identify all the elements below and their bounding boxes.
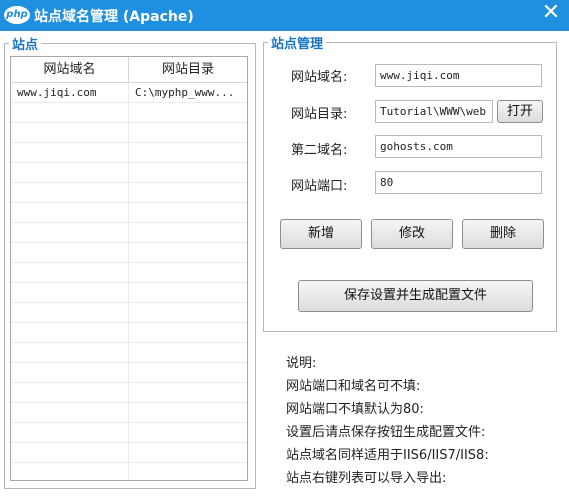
empty-cell: [129, 383, 247, 402]
empty-row: [11, 283, 247, 303]
sites-group-legend: 站点: [9, 34, 42, 53]
empty-row: [11, 423, 247, 443]
column-header-directory[interactable]: 网站目录: [129, 57, 247, 82]
empty-row: [11, 263, 247, 283]
note-line: 网站端口不填默认为80:: [286, 402, 424, 417]
notes-heading: 说明:: [286, 356, 317, 371]
empty-cell: [11, 123, 129, 142]
empty-cell: [129, 423, 247, 442]
empty-row: [11, 203, 247, 223]
empty-cell: [11, 223, 129, 242]
close-icon[interactable]: ✕: [537, 0, 565, 28]
row-domain-cell: www.jiqi.com: [11, 83, 129, 102]
empty-cell: [11, 463, 129, 480]
note-line: 站点域名同样适用于IIS6/IIS7/IIS8:: [286, 448, 489, 463]
empty-row: [11, 123, 247, 143]
empty-cell: [11, 363, 129, 382]
port-input[interactable]: 80: [375, 171, 542, 194]
domain-label: 网站域名:: [291, 70, 348, 85]
empty-cell: [129, 163, 247, 182]
empty-cell: [11, 163, 129, 182]
domain-input[interactable]: www.jiqi.com: [375, 64, 542, 87]
note-line: 网站端口和域名可不填:: [286, 379, 421, 394]
empty-row: [11, 363, 247, 383]
empty-cell: [11, 403, 129, 422]
empty-cell: [129, 203, 247, 222]
empty-row: [11, 143, 247, 163]
open-directory-button[interactable]: 打开: [497, 100, 543, 123]
empty-cell: [11, 383, 129, 402]
empty-row: [11, 343, 247, 363]
empty-row: [11, 443, 247, 463]
empty-row: [11, 183, 247, 203]
empty-cell: [129, 303, 247, 322]
column-header-domain[interactable]: 网站域名: [11, 57, 129, 82]
empty-cell: [129, 143, 247, 162]
empty-cell: [129, 123, 247, 142]
empty-cell: [129, 283, 247, 302]
empty-cell: [129, 443, 247, 462]
empty-cell: [129, 323, 247, 342]
second-domain-input[interactable]: gohosts.com: [375, 135, 542, 158]
site-list[interactable]: 网站域名 网站目录 www.jiqi.com C:\myphp_www...: [10, 56, 248, 481]
table-row[interactable]: www.jiqi.com C:\myphp_www...: [11, 83, 247, 103]
empty-cell: [11, 303, 129, 322]
delete-button[interactable]: 删除: [462, 219, 544, 249]
empty-cell: [11, 283, 129, 302]
empty-row: [11, 243, 247, 263]
site-management-legend: 站点管理: [268, 33, 327, 52]
empty-cell: [11, 243, 129, 262]
site-list-header: 网站域名 网站目录: [11, 57, 247, 83]
empty-row: [11, 403, 247, 423]
window-title: 站点域名管理 (Apache): [34, 9, 194, 25]
edit-button[interactable]: 修改: [371, 219, 453, 249]
save-config-button[interactable]: 保存设置并生成配置文件: [298, 280, 533, 312]
empty-row: [11, 163, 247, 183]
empty-cell: [11, 443, 129, 462]
empty-cell: [129, 223, 247, 242]
empty-row: [11, 323, 247, 343]
empty-cell: [129, 103, 247, 122]
php-logo-icon: php: [4, 6, 30, 24]
empty-cell: [11, 103, 129, 122]
title-bar: php 站点域名管理 (Apache) ✕: [0, 0, 569, 31]
directory-label: 网站目录:: [291, 107, 348, 122]
empty-cell: [129, 403, 247, 422]
note-line: 设置后请点保存按钮生成配置文件:: [286, 425, 486, 440]
directory-input[interactable]: Tutorial\WWW\web: [375, 100, 493, 123]
empty-cell: [11, 263, 129, 282]
note-line: 站点右键列表可以导入导出:: [286, 471, 447, 486]
row-directory-cell: C:\myphp_www...: [135, 86, 235, 99]
empty-row: [11, 223, 247, 243]
empty-row: [11, 103, 247, 123]
empty-cell: [11, 343, 129, 362]
empty-cell: [11, 423, 129, 442]
second-domain-label: 第二域名:: [291, 143, 348, 158]
empty-cell: [11, 323, 129, 342]
empty-row: [11, 463, 247, 480]
empty-cell: [11, 143, 129, 162]
empty-cell: [129, 463, 247, 480]
port-label: 网站端口:: [291, 179, 348, 194]
add-button[interactable]: 新增: [280, 219, 362, 249]
empty-row: [11, 303, 247, 323]
empty-cell: [129, 243, 247, 262]
empty-cell: [129, 183, 247, 202]
empty-cell: [11, 203, 129, 222]
empty-cell: [129, 363, 247, 382]
empty-row: [11, 383, 247, 403]
empty-cell: [129, 343, 247, 362]
empty-cell: [11, 183, 129, 202]
empty-cell: [129, 263, 247, 282]
